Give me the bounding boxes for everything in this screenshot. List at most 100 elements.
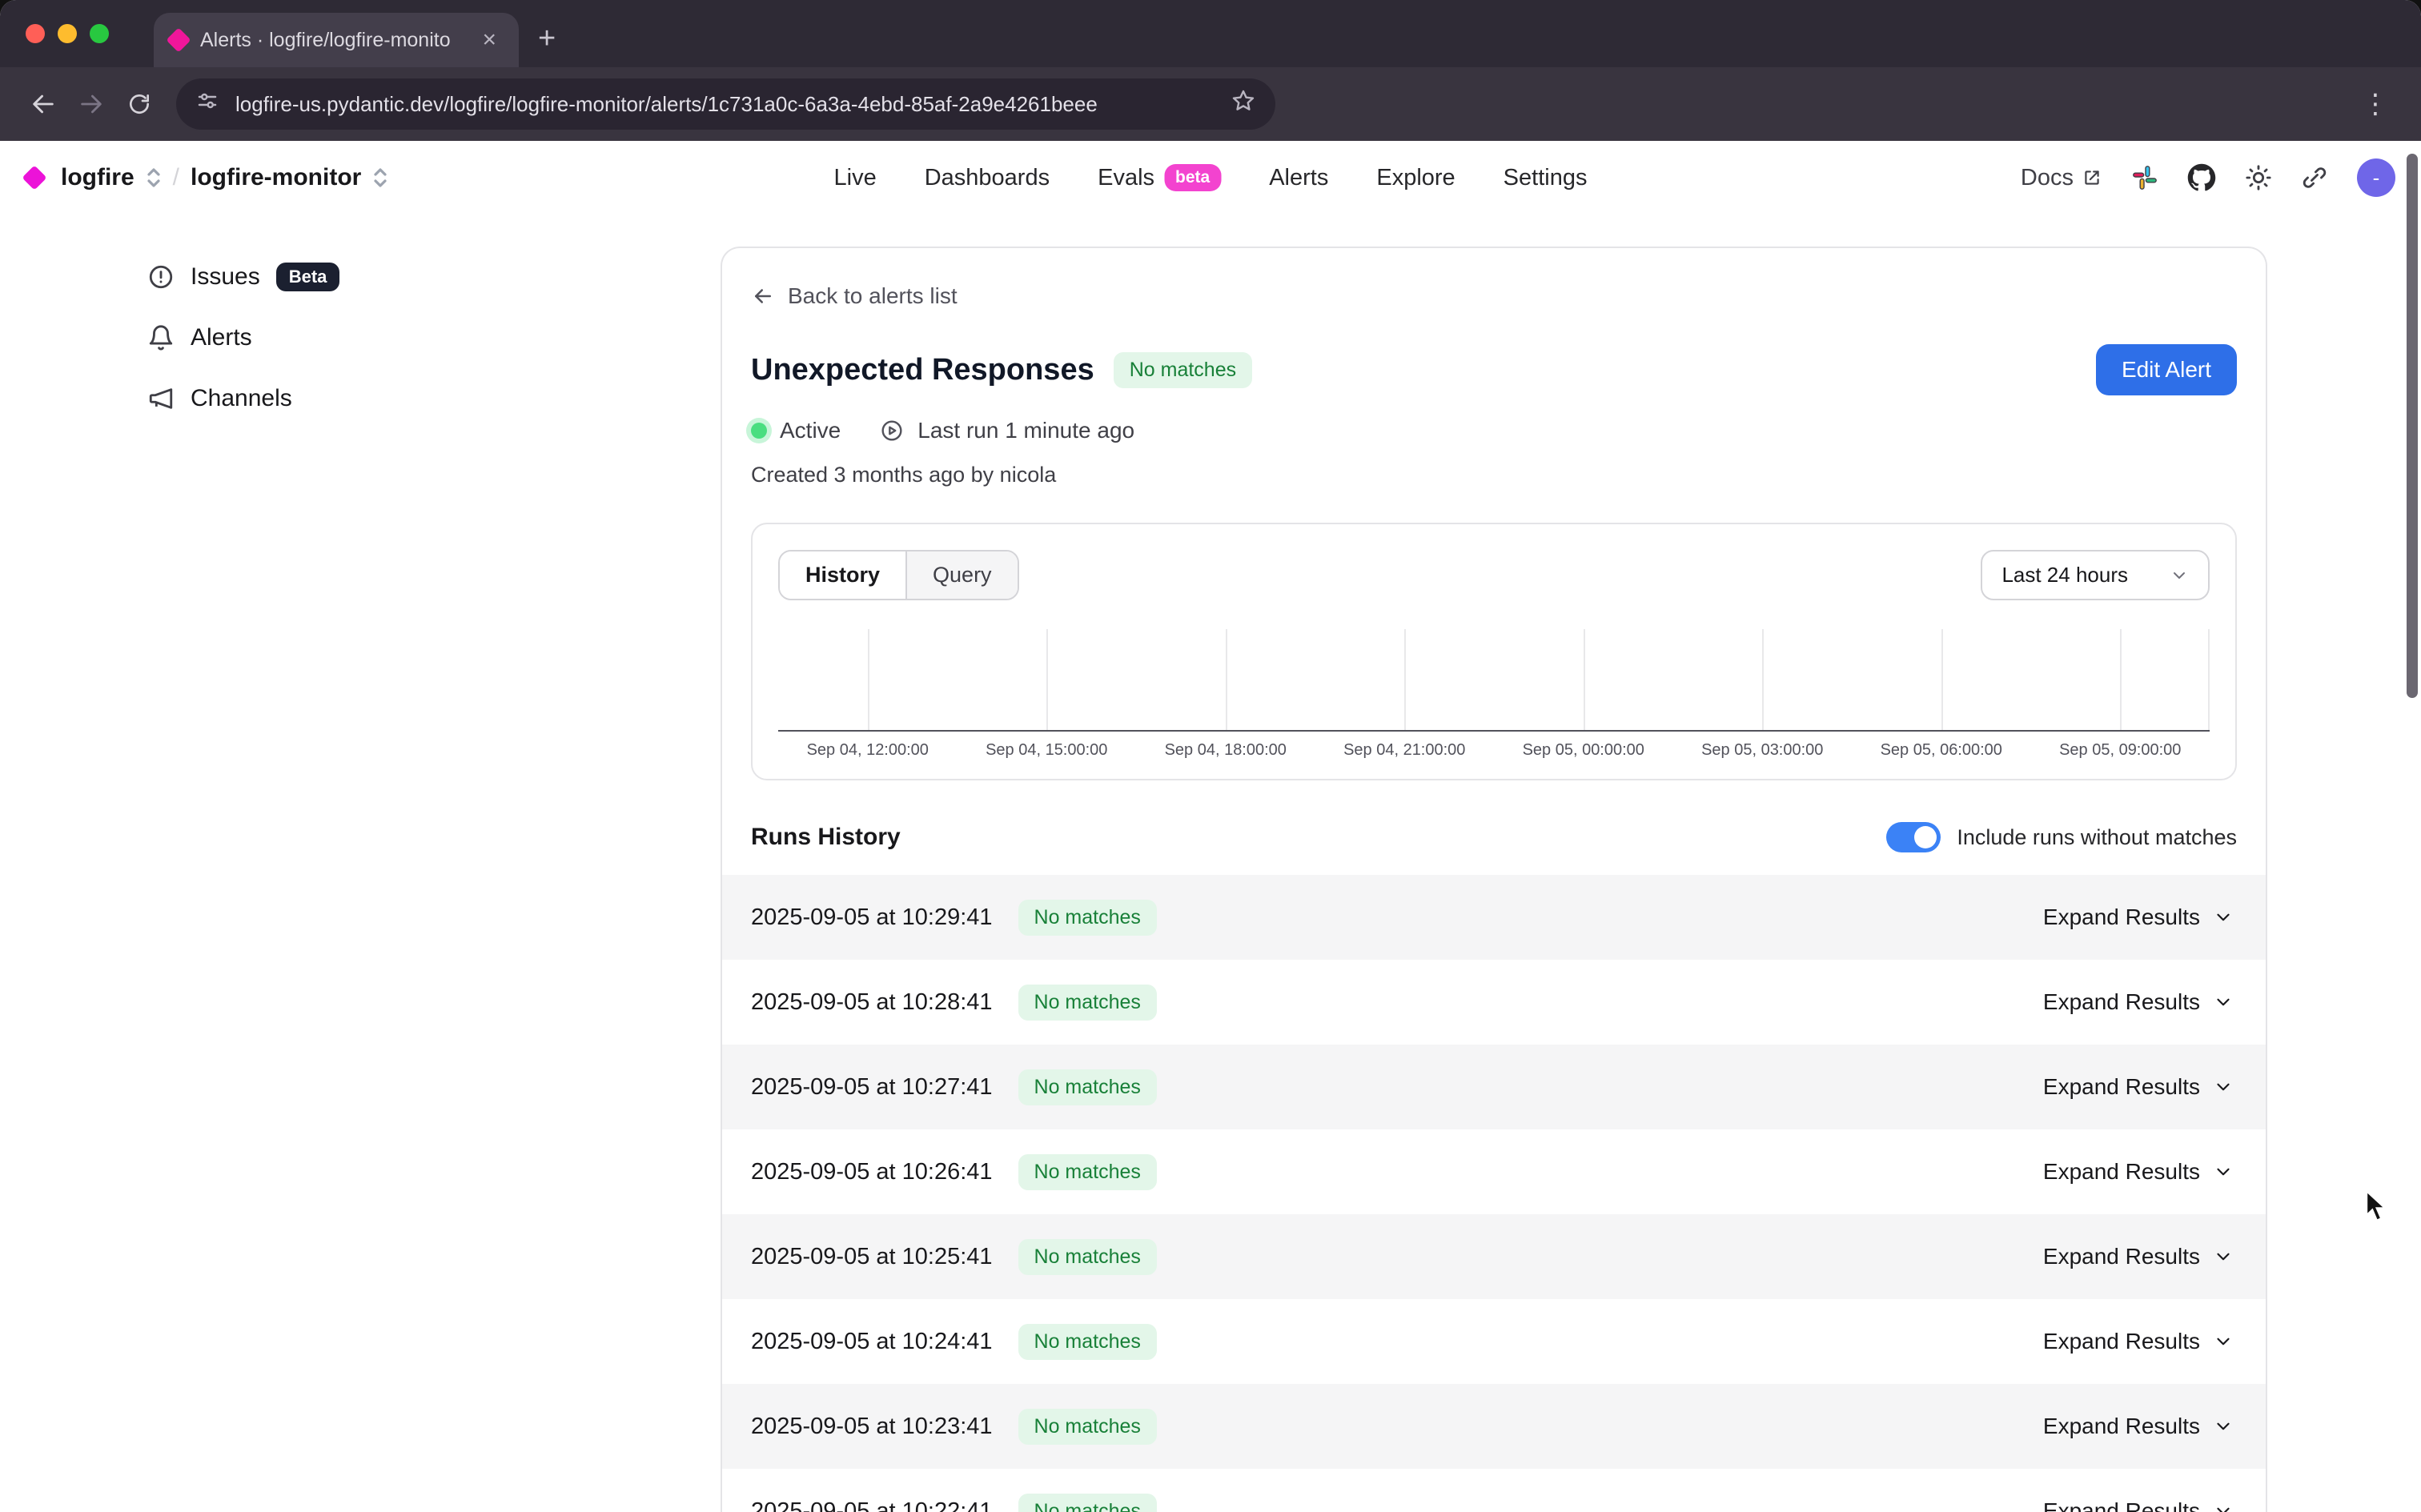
sidebar-item-channels[interactable]: Channels — [147, 368, 721, 429]
nav-settings[interactable]: Settings — [1504, 165, 1588, 191]
chevron-down-icon — [2170, 566, 2189, 585]
run-row[interactable]: 2025-09-05 at 10:29:41 No matches Expand… — [722, 875, 2266, 960]
back-button[interactable] — [19, 80, 67, 128]
slack-icon[interactable] — [2131, 164, 2158, 191]
org-name[interactable]: logfire — [61, 164, 134, 191]
alert-status-row: Active Last run 1 minute ago — [751, 418, 2237, 443]
browser-tab[interactable]: Alerts · logfire/logfire-monito × — [154, 13, 519, 67]
expand-results-button[interactable]: Expand Results — [2043, 1414, 2234, 1439]
page-body: Issues Beta Alerts Channels Back to aler… — [0, 215, 2421, 1512]
chevron-down-icon — [2213, 1501, 2234, 1512]
org-switcher-icon[interactable] — [146, 167, 162, 188]
alert-title-row: Unexpected Responses No matches Edit Ale… — [751, 344, 2237, 395]
status-badge: No matches — [1114, 352, 1252, 388]
alert-detail-card: Back to alerts list Unexpected Responses… — [721, 247, 2267, 1512]
tab-query[interactable]: Query — [907, 551, 1018, 599]
share-link-icon[interactable] — [2301, 164, 2328, 191]
run-status-badge: No matches — [1018, 1494, 1157, 1512]
minimize-window-button[interactable] — [58, 24, 77, 43]
run-status-badge: No matches — [1018, 1154, 1157, 1190]
address-bar[interactable]: logfire-us.pydantic.dev/logfire/logfire-… — [176, 78, 1275, 130]
expand-results-button[interactable]: Expand Results — [2043, 1498, 2234, 1512]
user-avatar[interactable]: - — [2357, 158, 2395, 197]
run-timestamp: 2025-09-05 at 10:29:41 — [751, 904, 993, 931]
bookmark-star-icon[interactable] — [1231, 88, 1256, 120]
bell-icon — [147, 324, 175, 351]
arrow-left-icon — [751, 284, 775, 308]
nav-dashboards[interactable]: Dashboards — [925, 165, 1050, 191]
nav-evals[interactable]: Evalsbeta — [1098, 164, 1221, 191]
expand-results-button[interactable]: Expand Results — [2043, 1074, 2234, 1100]
expand-results-button[interactable]: Expand Results — [2043, 1159, 2234, 1185]
include-runs-toggle[interactable] — [1886, 822, 1941, 852]
browser-menu-icon[interactable]: ⋮ — [2349, 88, 2402, 120]
evals-beta-badge: beta — [1164, 164, 1221, 191]
sidebar-item-issues[interactable]: Issues Beta — [147, 247, 721, 307]
breadcrumb-divider: / — [173, 164, 179, 191]
new-tab-button[interactable]: + — [538, 22, 556, 56]
run-row[interactable]: 2025-09-05 at 10:25:41 No matches Expand… — [722, 1214, 2266, 1299]
run-status-badge: No matches — [1018, 900, 1157, 936]
logfire-logo-icon — [22, 165, 46, 190]
active-dot-icon — [751, 423, 767, 439]
run-row[interactable]: 2025-09-05 at 10:28:41 No matches Expand… — [722, 960, 2266, 1045]
history-query-tabs: History Query — [778, 550, 1019, 600]
edit-alert-button[interactable]: Edit Alert — [2096, 344, 2237, 395]
toggle-label: Include runs without matches — [1957, 825, 2237, 850]
tab-history[interactable]: History — [780, 551, 907, 599]
run-row[interactable]: 2025-09-05 at 10:26:41 No matches Expand… — [722, 1129, 2266, 1214]
run-timestamp: 2025-09-05 at 10:27:41 — [751, 1074, 993, 1101]
tab-title: Alerts · logfire/logfire-monito — [200, 29, 463, 52]
chevron-down-icon — [2213, 992, 2234, 1013]
github-icon[interactable] — [2187, 163, 2216, 192]
chevron-down-icon — [2213, 1331, 2234, 1352]
back-to-alerts-link[interactable]: Back to alerts list — [751, 283, 2237, 309]
browser-toolbar: logfire-us.pydantic.dev/logfire/logfire-… — [0, 67, 2421, 141]
run-row[interactable]: 2025-09-05 at 10:22:41 No matches Expand… — [722, 1469, 2266, 1512]
nav-live[interactable]: Live — [834, 165, 877, 191]
app-header: logfire / logfire-monitor Live Dashboard… — [0, 141, 2421, 215]
run-row[interactable]: 2025-09-05 at 10:24:41 No matches Expand… — [722, 1299, 2266, 1384]
chevron-down-icon — [2213, 1161, 2234, 1182]
main-nav: Live Dashboards Evalsbeta Alerts Explore… — [834, 164, 1588, 191]
project-name[interactable]: logfire-monitor — [191, 164, 361, 191]
expand-results-button[interactable]: Expand Results — [2043, 989, 2234, 1015]
tab-strip: Alerts · logfire/logfire-monito × + — [0, 0, 2421, 67]
site-settings-icon[interactable] — [195, 89, 219, 119]
chevron-down-icon — [2213, 1077, 2234, 1097]
run-timestamp: 2025-09-05 at 10:23:41 — [751, 1414, 993, 1440]
window-controls — [26, 24, 109, 43]
page-scrollbar-thumb[interactable] — [2407, 154, 2418, 698]
expand-results-button[interactable]: Expand Results — [2043, 904, 2234, 930]
history-panel: History Query Last 24 hours Sep 04, 12:0… — [751, 523, 2237, 780]
run-timestamp: 2025-09-05 at 10:25:41 — [751, 1244, 993, 1270]
chart-x-axis-labels: Sep 04, 12:00:00 Sep 04, 15:00:00 Sep 04… — [778, 741, 2210, 760]
time-range-select[interactable]: Last 24 hours — [1981, 550, 2210, 600]
nav-alerts[interactable]: Alerts — [1269, 165, 1328, 191]
header-actions: Docs - — [2021, 158, 2395, 197]
run-timestamp: 2025-09-05 at 10:28:41 — [751, 989, 993, 1016]
runs-list: 2025-09-05 at 10:29:41 No matches Expand… — [722, 875, 2266, 1512]
run-timestamp: 2025-09-05 at 10:22:41 — [751, 1498, 993, 1512]
run-timestamp: 2025-09-05 at 10:24:41 — [751, 1329, 993, 1355]
expand-results-button[interactable]: Expand Results — [2043, 1329, 2234, 1354]
tab-close-icon[interactable]: × — [476, 25, 503, 55]
run-timestamp: 2025-09-05 at 10:26:41 — [751, 1159, 993, 1185]
active-status: Active — [751, 418, 841, 443]
close-window-button[interactable] — [26, 24, 45, 43]
sidebar-item-alerts[interactable]: Alerts — [147, 307, 721, 368]
run-status-badge: No matches — [1018, 1409, 1157, 1445]
run-row[interactable]: 2025-09-05 at 10:23:41 No matches Expand… — [722, 1384, 2266, 1469]
reload-button[interactable] — [115, 80, 163, 128]
external-link-icon — [2082, 167, 2102, 188]
runs-history-title: Runs History — [751, 824, 901, 851]
forward-button[interactable] — [67, 80, 115, 128]
run-row[interactable]: 2025-09-05 at 10:27:41 No matches Expand… — [722, 1045, 2266, 1129]
zoom-window-button[interactable] — [90, 24, 109, 43]
project-switcher-icon[interactable] — [372, 167, 388, 188]
expand-results-button[interactable]: Expand Results — [2043, 1244, 2234, 1269]
docs-link[interactable]: Docs — [2021, 165, 2102, 191]
run-status-badge: No matches — [1018, 1324, 1157, 1360]
nav-explore[interactable]: Explore — [1376, 165, 1455, 191]
theme-sun-icon[interactable] — [2245, 164, 2272, 191]
